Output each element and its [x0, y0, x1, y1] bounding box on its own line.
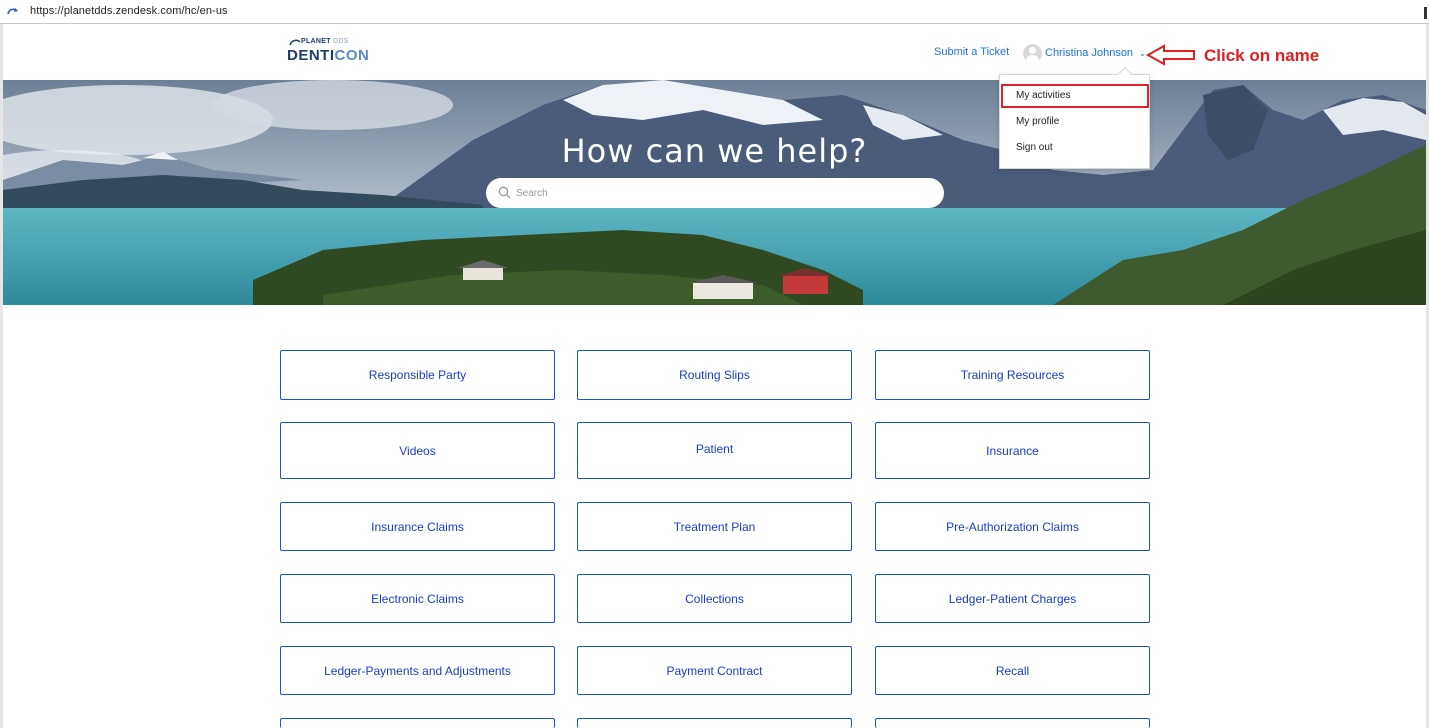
- category-payment-contract[interactable]: Payment Contract: [577, 646, 852, 695]
- category-training-resources[interactable]: Training Resources: [875, 350, 1150, 400]
- category-treatment-plan[interactable]: Treatment Plan: [577, 502, 852, 551]
- category-tile-partial[interactable]: [280, 718, 555, 728]
- hero-banner: How can we help?: [3, 80, 1426, 305]
- category-insurance[interactable]: Insurance: [875, 422, 1150, 479]
- annotation-arrow-icon: [1145, 44, 1195, 66]
- browser-address-bar: https://planetdds.zendesk.com/hc/en-us: [0, 0, 1429, 24]
- menu-item-sign-out[interactable]: Sign out: [1016, 142, 1053, 153]
- logo-brand-text: DENTICON: [287, 47, 370, 64]
- search-box[interactable]: [486, 178, 944, 208]
- planet-swoosh-icon: [289, 39, 301, 46]
- menu-item-my-profile[interactable]: My profile: [1016, 116, 1059, 127]
- category-videos[interactable]: Videos: [280, 422, 555, 479]
- annotation-text: Click on name: [1204, 46, 1320, 65]
- search-input[interactable]: [516, 185, 916, 201]
- window-edge-icon: [1424, 7, 1427, 19]
- category-collections[interactable]: Collections: [577, 574, 852, 623]
- user-menu-toggle[interactable]: Christina Johnson ⌄: [1023, 43, 1146, 63]
- search-icon: [498, 186, 511, 199]
- reload-arrow-icon[interactable]: [6, 5, 20, 19]
- user-name[interactable]: Christina Johnson: [1045, 47, 1133, 59]
- logo-planet-text: PLANET DDS: [301, 38, 349, 45]
- category-recall[interactable]: Recall: [875, 646, 1150, 695]
- category-tile-partial[interactable]: [875, 718, 1150, 728]
- category-responsible-party[interactable]: Responsible Party: [280, 350, 555, 400]
- category-routing-slips[interactable]: Routing Slips: [577, 350, 852, 400]
- dropdown-caret: [1117, 66, 1133, 82]
- denticon-logo[interactable]: PLANET DDS DENTICON: [287, 38, 387, 66]
- annotation-highlight-box: [1001, 84, 1149, 108]
- avatar[interactable]: [1023, 43, 1042, 63]
- category-pre-authorization-claims[interactable]: Pre-Authorization Claims: [875, 502, 1150, 551]
- category-ledger-payments-and-adjustments[interactable]: Ledger-Payments and Adjustments: [280, 646, 555, 695]
- category-electronic-claims[interactable]: Electronic Claims: [280, 574, 555, 623]
- category-tile-partial[interactable]: [577, 718, 852, 728]
- address-url[interactable]: https://planetdds.zendesk.com/hc/en-us: [30, 5, 228, 17]
- hero-title: How can we help?: [561, 132, 868, 170]
- category-ledger-patient-charges[interactable]: Ledger-Patient Charges: [875, 574, 1150, 623]
- category-insurance-claims[interactable]: Insurance Claims: [280, 502, 555, 551]
- submit-ticket-link[interactable]: Submit a Ticket: [934, 46, 1009, 58]
- category-patient[interactable]: Patient: [577, 422, 852, 479]
